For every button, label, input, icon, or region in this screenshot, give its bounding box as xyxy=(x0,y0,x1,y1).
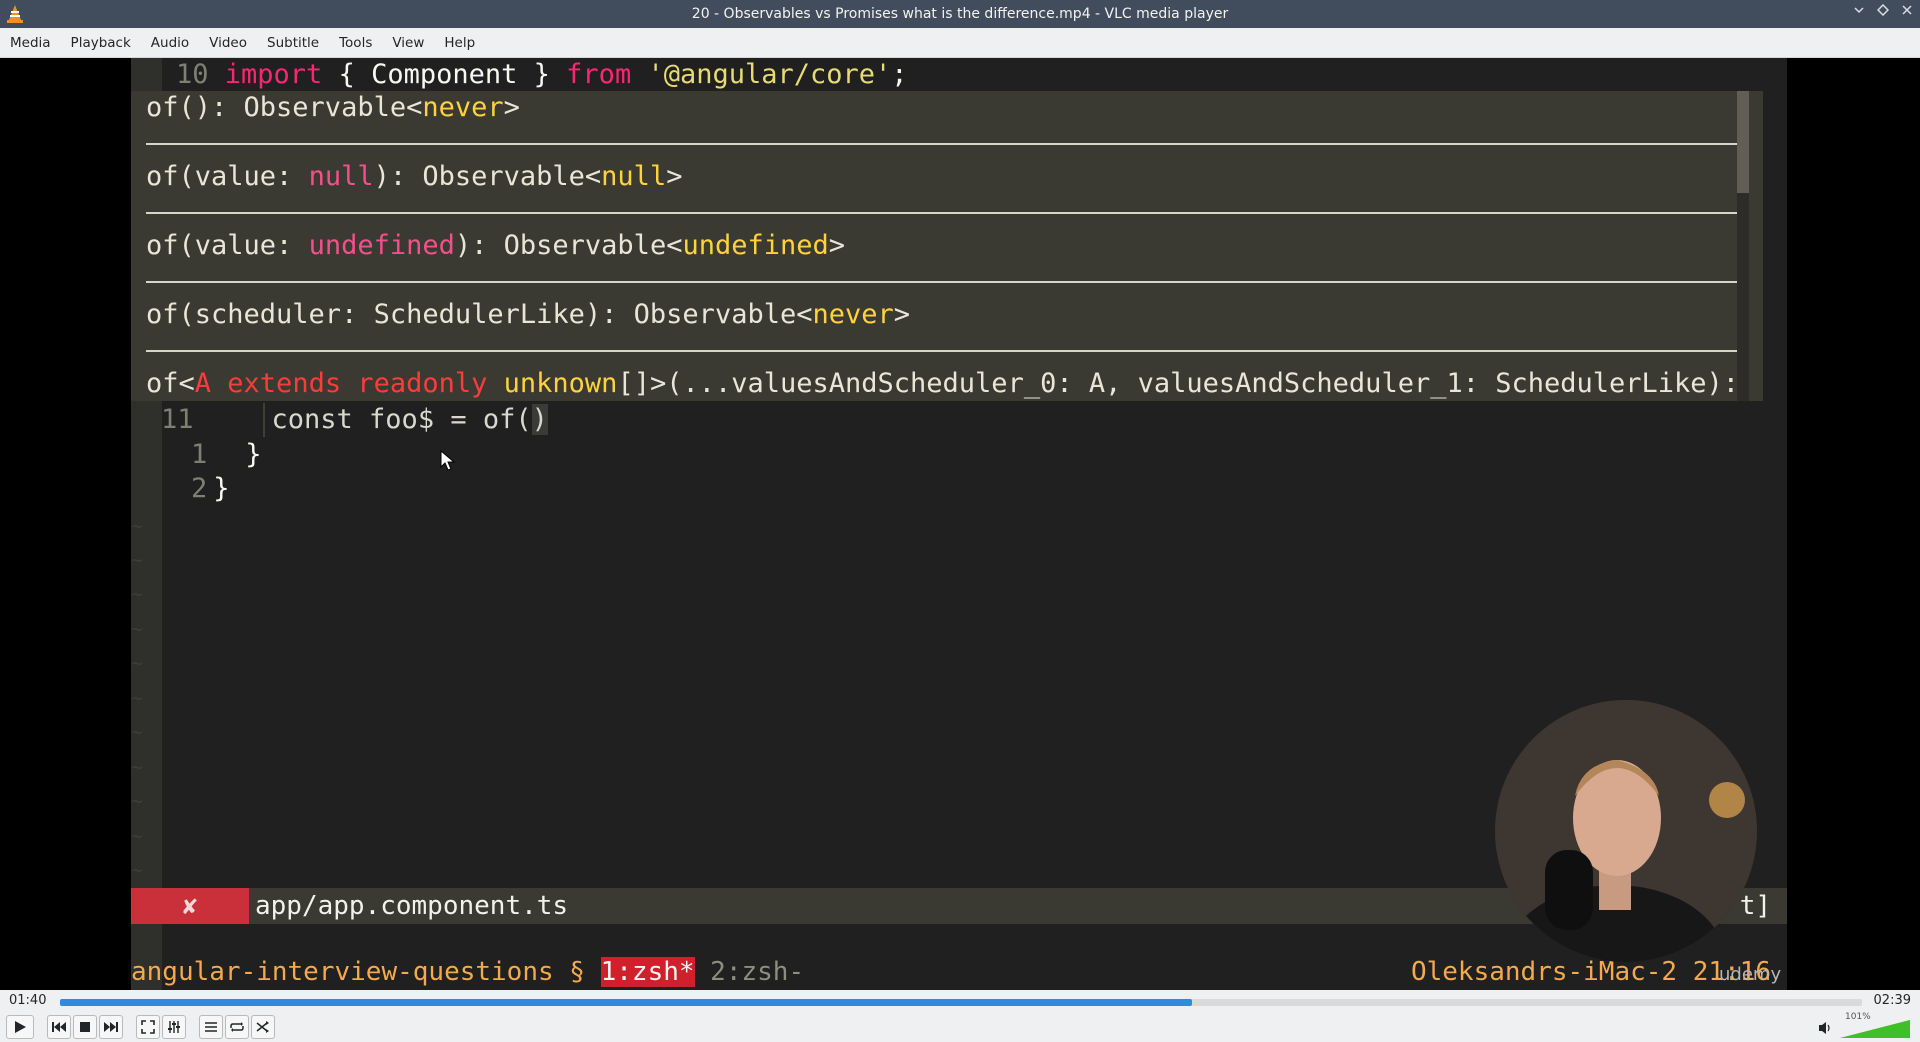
maximize-icon[interactable] xyxy=(1874,3,1892,22)
menu-tools[interactable]: Tools xyxy=(329,28,382,58)
control-bar: 101% xyxy=(0,1012,1920,1042)
close-icon[interactable] xyxy=(1898,4,1916,22)
shuffle-button[interactable] xyxy=(251,1015,275,1039)
volume-icon[interactable] xyxy=(1818,1020,1834,1036)
seek-bar[interactable] xyxy=(60,999,1862,1006)
line-number: 10 xyxy=(176,59,209,90)
code-line-10: 10 import { Component } from '@angular/c… xyxy=(131,58,908,92)
extended-settings-button[interactable] xyxy=(162,1015,186,1039)
empty-line-marker: ~ xyxy=(131,858,144,882)
code-cursor: ) xyxy=(531,404,548,435)
stop-icon xyxy=(80,1022,90,1032)
menu-bar: Media Playback Audio Video Subtitle Tool… xyxy=(0,28,1920,58)
line-number: 1 xyxy=(191,439,208,470)
line-number: 11 xyxy=(161,404,194,435)
next-icon xyxy=(104,1022,118,1032)
signature-separator xyxy=(146,212,1746,214)
udemy-watermark: udemy xyxy=(1719,964,1782,985)
empty-line-marker: ~ xyxy=(131,686,144,710)
empty-line-marker: ~ xyxy=(131,514,144,538)
code-line-r2: 2} xyxy=(131,472,230,506)
empty-line-marker: ~ xyxy=(131,720,144,744)
mouse-cursor-icon xyxy=(440,450,456,471)
previous-button[interactable] xyxy=(47,1015,71,1039)
fullscreen-icon xyxy=(141,1020,155,1034)
code-text: } xyxy=(245,439,262,470)
play-button[interactable] xyxy=(6,1015,34,1039)
menu-media[interactable]: Media xyxy=(10,28,61,58)
menu-view[interactable]: View xyxy=(382,28,434,58)
empty-line-marker: ~ xyxy=(131,582,144,606)
video-display[interactable]: 10 import { Component } from '@angular/c… xyxy=(0,58,1920,990)
stop-button[interactable] xyxy=(73,1015,97,1039)
code-line-11: 11 const foo$ = of() xyxy=(131,403,548,437)
previous-icon xyxy=(52,1022,66,1032)
signature-separator xyxy=(146,281,1746,283)
signature-separator xyxy=(146,143,1746,145)
loop-icon xyxy=(230,1022,244,1032)
empty-line-marker: ~ xyxy=(131,755,144,779)
loop-button[interactable] xyxy=(225,1015,249,1039)
seek-bar-progress xyxy=(60,999,1192,1006)
code-keyword: from xyxy=(566,59,632,90)
tmux-host-clock: Oleksandrs-iMac-2 21:16 xyxy=(1410,957,1771,987)
title-bar: 20 - Observables vs Promises what is the… xyxy=(0,0,1920,28)
signature-help-popup: of(): Observable<never> of(value: null):… xyxy=(131,91,1763,401)
presenter-webcam xyxy=(1495,700,1757,962)
playlist-button[interactable] xyxy=(199,1015,223,1039)
code-text: ; xyxy=(891,59,908,90)
code-text: const foo$ = of( xyxy=(271,404,532,435)
elapsed-time: 01:40 xyxy=(9,993,47,1008)
menu-help[interactable]: Help xyxy=(434,28,485,58)
menu-subtitle[interactable]: Subtitle xyxy=(257,28,329,58)
tmux-session: angular-interview-questions § xyxy=(131,957,601,987)
statusline-right: t] xyxy=(1739,891,1771,921)
statusline-filename: app/app.component.ts xyxy=(255,891,569,921)
code-text: } xyxy=(213,473,230,504)
empty-line-marker: ~ xyxy=(131,824,144,848)
play-icon xyxy=(15,1021,26,1033)
code-text: { Component } xyxy=(322,59,567,90)
seek-row: 01:40 02:39 xyxy=(0,990,1920,1012)
signature-3: of(value: undefined): Observable<undefin… xyxy=(146,230,846,261)
code-line-r1: 1} xyxy=(131,438,262,472)
tmux-window: 2:zsh- xyxy=(694,957,805,987)
menu-video[interactable]: Video xyxy=(199,28,257,58)
fullscreen-button[interactable] xyxy=(136,1015,160,1039)
signature-separator xyxy=(146,350,1746,352)
total-time: 02:39 xyxy=(1873,993,1911,1008)
signature-2: of(value: null): Observable<null> xyxy=(146,161,683,192)
signature-1: of(): Observable<never> xyxy=(146,92,520,123)
empty-line-marker: ~ xyxy=(131,617,144,641)
shuffle-icon xyxy=(256,1021,269,1033)
window-title: 20 - Observables vs Promises what is the… xyxy=(691,6,1229,22)
minimize-icon[interactable] xyxy=(1850,4,1868,22)
line-number: 2 xyxy=(191,473,208,504)
menu-playback[interactable]: Playback xyxy=(61,28,141,58)
signature-5: of<A extends readonly unknown[]>(...valu… xyxy=(146,368,1740,399)
menu-audio[interactable]: Audio xyxy=(141,28,199,58)
empty-line-marker: ~ xyxy=(131,548,144,572)
equalizer-icon xyxy=(168,1021,180,1033)
code-string: '@angular/core' xyxy=(631,59,892,90)
error-icon: ✘ xyxy=(131,888,249,924)
tmux-status-bar: angular-interview-questions § 1:zsh* 2:z… xyxy=(131,954,1787,990)
empty-line-marker: ~ xyxy=(131,789,144,813)
empty-line-marker: ~ xyxy=(131,651,144,675)
volume-slider[interactable] xyxy=(1840,1018,1910,1038)
playlist-icon xyxy=(205,1022,217,1032)
video-frame: 10 import { Component } from '@angular/c… xyxy=(131,58,1787,990)
code-keyword: import xyxy=(224,59,323,90)
next-button[interactable] xyxy=(99,1015,123,1039)
signature-4: of(scheduler: SchedulerLike): Observable… xyxy=(146,299,911,330)
popup-scrollbar-thumb[interactable] xyxy=(1737,91,1749,193)
tmux-window-active: 1:zsh* xyxy=(600,957,695,987)
